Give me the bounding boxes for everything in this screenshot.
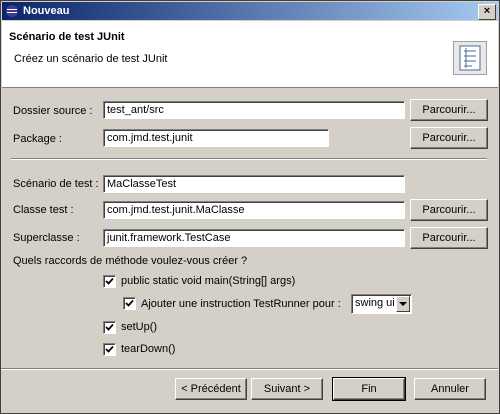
page-description: Créez un scénario de test JUnit [14,53,168,65]
test-case-field[interactable]: MaClasseTest [103,175,405,193]
package-label: Package : [13,133,62,145]
superclass-field[interactable]: junit.framework.TestCase [103,229,405,247]
main-label: public static void main(String[] args) [121,275,296,287]
browse-class-button[interactable]: Parcourir... [410,199,488,221]
next-button[interactable]: Suivant > [251,378,323,400]
eclipse-icon [5,4,19,18]
back-button[interactable]: < Précédent [175,378,247,400]
wizard-header: Scénario de test JUnit Créez un scénario… [2,21,498,88]
superclass-label: Superclasse : [13,232,80,244]
window-title: Nouveau [23,5,70,17]
teardown-checkbox[interactable] [103,343,116,356]
class-under-test-field[interactable]: com.jmd.test.junit.MaClasse [103,201,405,219]
testrunner-checkbox[interactable] [123,297,136,310]
browse-package-button[interactable]: Parcourir... [410,127,488,149]
setup-checkbox[interactable] [103,321,116,334]
main-checkbox[interactable] [103,275,116,288]
source-folder-field[interactable]: test_ant/src [103,101,405,119]
junit-wizard-icon [453,41,487,75]
testrunner-select[interactable]: swing ui [351,294,412,314]
testrunner-label: Ajouter une instruction TestRunner pour … [141,298,341,310]
browse-source-folder-button[interactable]: Parcourir... [410,99,488,121]
separator [11,158,487,160]
test-case-label: Scénario de test : [13,178,99,190]
teardown-label: tearDown() [121,343,176,355]
page-title: Scénario de test JUnit [9,31,125,43]
stubs-question: Quels raccords de méthode voulez-vous cr… [13,255,248,267]
close-icon[interactable]: × [478,4,496,20]
title-bar[interactable]: Nouveau × [2,2,498,20]
browse-superclass-button[interactable]: Parcourir... [410,227,488,249]
source-folder-label: Dossier source : [13,105,93,117]
cancel-button[interactable]: Annuler [414,378,486,400]
finish-button[interactable]: Fin [332,377,406,401]
class-under-test-label: Classe test : [13,204,74,216]
chevron-down-icon[interactable] [396,296,410,312]
testrunner-select-value: swing ui [355,297,395,309]
dialog-window: Nouveau × Scénario de test JUnit Créez u… [0,0,500,414]
package-field[interactable]: com.jmd.test.junit [103,129,329,147]
setup-label: setUp() [121,321,158,333]
separator [1,368,498,370]
